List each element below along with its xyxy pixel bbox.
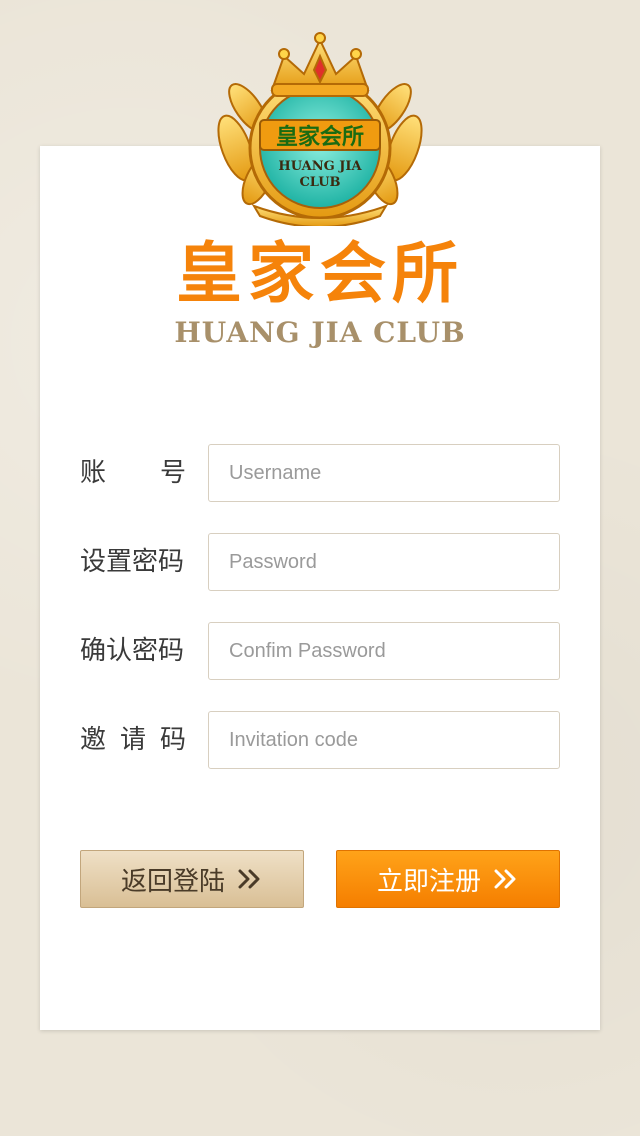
club-logo: 皇家会所 HUANG JIA CLUB [217,32,423,226]
username-row: 账 号 [80,444,560,502]
register-now-button[interactable]: 立即注册 [336,850,560,908]
invitation-label-char-2: 请 [119,725,146,755]
invitation-label-char-3: 码 [159,725,186,755]
brand-subtitle: HUANG JIA CLUB [174,316,466,349]
password-row: 设置密码 [80,533,560,591]
password-input[interactable] [208,533,560,591]
logo-badge-en-line2: CLUB [299,175,340,190]
double-chevron-right-icon [494,869,516,889]
invitation-row: 邀 请 码 [80,711,560,769]
username-label: 账 号 [80,444,186,502]
username-label-char-1: 账 [80,458,107,488]
logo-badge-cn: 皇家会所 [276,124,364,150]
confirm-password-row: 确认密码 [80,622,560,680]
back-to-login-button[interactable]: 返回登陆 [80,850,304,908]
invitation-label: 邀 请 码 [80,711,186,769]
username-input[interactable] [208,444,560,502]
double-chevron-right-icon [238,869,260,889]
password-label: 设置密码 [80,547,185,577]
register-now-label: 立即注册 [376,866,481,897]
crown-icon [270,32,370,97]
confirm-password-input[interactable] [208,622,560,680]
invitation-label-char-1: 邀 [80,725,107,755]
confirm-password-label: 确认密码 [80,636,185,666]
logo-badge-en-line1: HUANG JIA [278,159,362,174]
invitation-code-input[interactable] [208,711,560,769]
username-label-char-2: 号 [159,458,186,488]
brand-title: 皇家会所 [176,235,464,312]
back-to-login-label: 返回登陆 [120,866,225,897]
